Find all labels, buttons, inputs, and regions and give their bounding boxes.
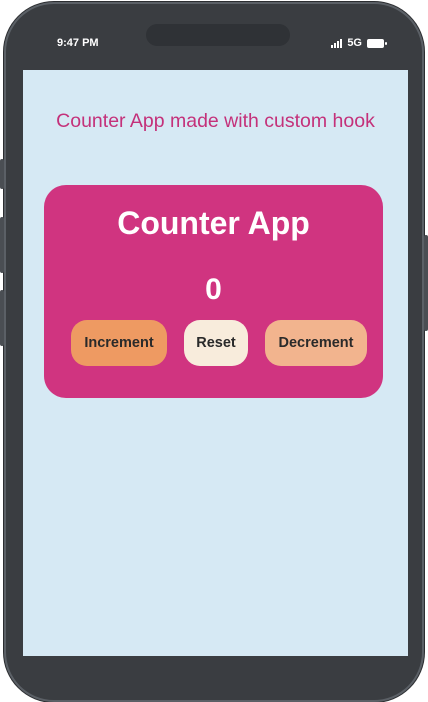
status-indicators: 5G [331,37,387,49]
counter-title: Counter App [117,205,310,241]
volume-down-button [0,290,4,346]
power-button [424,235,428,331]
reset-button[interactable]: Reset [184,320,248,366]
counter-value: 0 [205,273,222,306]
battery-icon [367,38,387,48]
signal-bars-icon [331,38,343,48]
volume-up-button [0,217,4,273]
status-time: 9:47 PM [57,37,99,49]
decrement-button[interactable]: Decrement [265,320,367,366]
page-heading: Counter App made with custom hook [56,110,375,132]
increment-button[interactable]: Increment [71,320,167,366]
network-type: 5G [347,37,362,49]
camera-notch [146,24,290,46]
app-screen: Counter App made with custom hook Counte… [23,70,408,656]
counter-card: Counter App 0 Increment Reset Decrement [44,185,383,398]
silent-switch [0,159,4,189]
